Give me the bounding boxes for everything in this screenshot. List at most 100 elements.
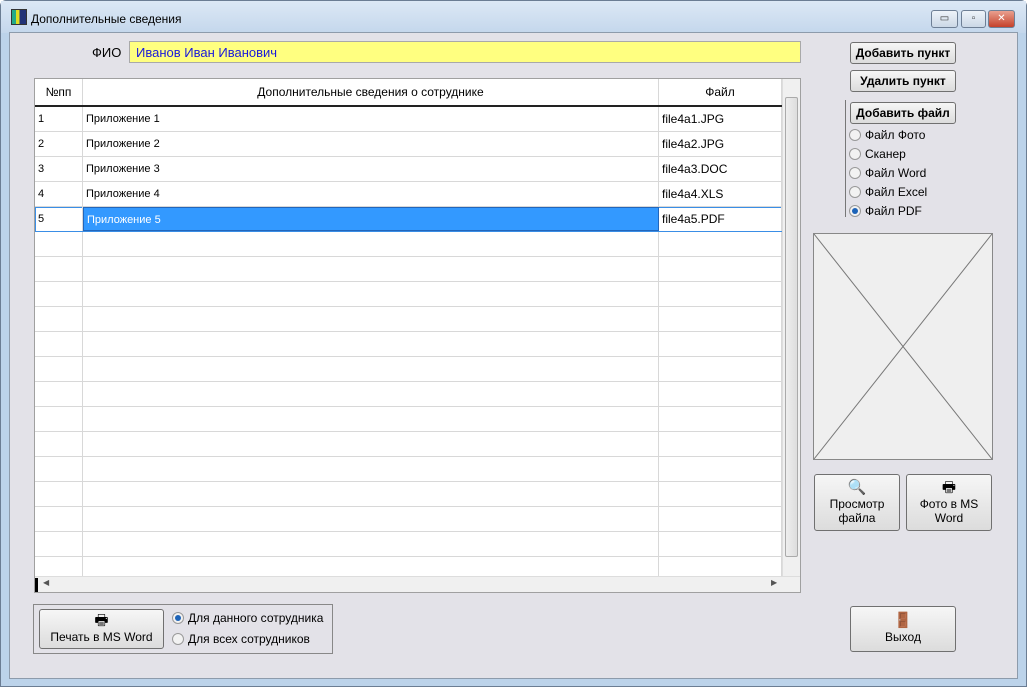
radio-icon[interactable]: [172, 633, 184, 645]
cell-info[interactable]: [83, 457, 659, 481]
cell-n[interactable]: 5: [35, 207, 83, 231]
cell-file[interactable]: file4a1.JPG: [659, 107, 782, 131]
cell-file[interactable]: [659, 432, 782, 456]
table-row[interactable]: [35, 357, 782, 382]
cell-info[interactable]: [83, 432, 659, 456]
column-header-info[interactable]: Дополнительные сведения о сотруднике: [83, 79, 659, 105]
column-header-number[interactable]: №пп: [35, 79, 83, 105]
file-type-radio[interactable]: Файл Фото: [849, 128, 925, 142]
cell-info[interactable]: [83, 307, 659, 331]
table-row[interactable]: 2 Приложение 2 file4a2.JPG: [35, 132, 782, 157]
file-type-radio[interactable]: Файл Excel: [849, 185, 927, 199]
file-type-radio[interactable]: Файл PDF: [849, 204, 922, 218]
print-scope-radio[interactable]: Для данного сотрудника: [172, 611, 323, 625]
cell-file[interactable]: [659, 407, 782, 431]
cell-info[interactable]: [83, 232, 659, 256]
table-row[interactable]: 5 Приложение 5 file4a5.PDF: [35, 207, 782, 232]
table-row[interactable]: [35, 282, 782, 307]
vertical-scrollbar[interactable]: [782, 79, 800, 576]
cell-info[interactable]: Приложение 4: [83, 182, 659, 206]
cell-file[interactable]: [659, 482, 782, 506]
cell-info[interactable]: [83, 407, 659, 431]
radio-icon[interactable]: [172, 612, 184, 624]
cell-file[interactable]: [659, 457, 782, 481]
cell-n[interactable]: [35, 407, 83, 431]
cell-info[interactable]: [83, 507, 659, 531]
table-row[interactable]: [35, 407, 782, 432]
file-type-radio[interactable]: Сканер: [849, 147, 906, 161]
cell-file[interactable]: file4a5.PDF: [659, 207, 782, 231]
cell-file[interactable]: file4a3.DOC: [659, 157, 782, 181]
cell-info[interactable]: [83, 532, 659, 556]
cell-n[interactable]: [35, 382, 83, 406]
cell-n[interactable]: 4: [35, 182, 83, 206]
cell-info[interactable]: [83, 332, 659, 356]
cell-file[interactable]: [659, 357, 782, 381]
column-header-file[interactable]: Файл: [659, 79, 782, 105]
print-scope-radio[interactable]: Для всех сотрудников: [172, 632, 310, 646]
delete-item-button[interactable]: Удалить пункт: [850, 70, 956, 92]
cell-file[interactable]: [659, 532, 782, 556]
table-row[interactable]: 4 Приложение 4 file4a4.XLS: [35, 182, 782, 207]
photo-word-button[interactable]: 🖶 Фото в MS Word: [906, 474, 992, 531]
cell-n[interactable]: [35, 232, 83, 256]
table-row[interactable]: [35, 232, 782, 257]
table-row[interactable]: 1 Приложение 1 file4a1.JPG: [35, 107, 782, 132]
cell-info[interactable]: [83, 382, 659, 406]
file-type-radio[interactable]: Файл Word: [849, 166, 926, 180]
scrollbar-thumb[interactable]: [785, 97, 798, 557]
cell-file[interactable]: [659, 257, 782, 281]
scroll-left-icon[interactable]: ◀: [43, 578, 49, 587]
horizontal-scrollbar[interactable]: ◀ ▶: [35, 576, 800, 592]
table-row[interactable]: [35, 507, 782, 532]
cell-info[interactable]: [83, 482, 659, 506]
cell-info[interactable]: Приложение 1: [83, 107, 659, 131]
cell-file[interactable]: [659, 232, 782, 256]
cell-n[interactable]: 2: [35, 132, 83, 156]
radio-icon[interactable]: [849, 167, 861, 179]
cell-file[interactable]: file4a2.JPG: [659, 132, 782, 156]
cell-file[interactable]: file4a4.XLS: [659, 182, 782, 206]
cell-n[interactable]: [35, 507, 83, 531]
cell-file[interactable]: [659, 507, 782, 531]
cell-info[interactable]: [83, 282, 659, 306]
cell-n[interactable]: [35, 532, 83, 556]
cell-file[interactable]: [659, 382, 782, 406]
cell-info[interactable]: Приложение 3: [83, 157, 659, 181]
add-file-button[interactable]: Добавить файл: [850, 102, 956, 124]
cell-n[interactable]: [35, 457, 83, 481]
table-row[interactable]: 3 Приложение 3 file4a3.DOC: [35, 157, 782, 182]
cell-n[interactable]: [35, 357, 83, 381]
cell-file[interactable]: [659, 307, 782, 331]
cell-file[interactable]: [659, 282, 782, 306]
cell-n[interactable]: [35, 257, 83, 281]
cell-info[interactable]: Приложение 2: [83, 132, 659, 156]
print-word-button[interactable]: 🖶 Печать в MS Word: [39, 609, 164, 649]
table-row[interactable]: [35, 482, 782, 507]
cell-info[interactable]: Приложение 5: [83, 207, 659, 231]
minimize-button[interactable]: ▭: [931, 10, 958, 28]
add-item-button[interactable]: Добавить пункт: [850, 42, 956, 64]
maximize-button[interactable]: ▫: [961, 10, 986, 28]
cell-n[interactable]: [35, 482, 83, 506]
radio-icon[interactable]: [849, 129, 861, 141]
cell-n[interactable]: 1: [35, 107, 83, 131]
exit-button[interactable]: 🚪 Выход: [850, 606, 956, 652]
table-row[interactable]: [35, 382, 782, 407]
table-row[interactable]: [35, 257, 782, 282]
cell-n[interactable]: 3: [35, 157, 83, 181]
fio-field[interactable]: Иванов Иван Иванович: [129, 41, 801, 63]
radio-icon[interactable]: [849, 148, 861, 160]
radio-icon[interactable]: [849, 205, 861, 217]
scroll-right-icon[interactable]: ▶: [771, 578, 777, 587]
table-row[interactable]: [35, 307, 782, 332]
cell-n[interactable]: [35, 432, 83, 456]
table-row[interactable]: [35, 332, 782, 357]
table-row[interactable]: [35, 457, 782, 482]
cell-info[interactable]: [83, 357, 659, 381]
close-button[interactable]: ✕: [988, 10, 1015, 28]
table-row[interactable]: [35, 432, 782, 457]
cell-file[interactable]: [659, 332, 782, 356]
cell-n[interactable]: [35, 282, 83, 306]
table-row[interactable]: [35, 532, 782, 557]
